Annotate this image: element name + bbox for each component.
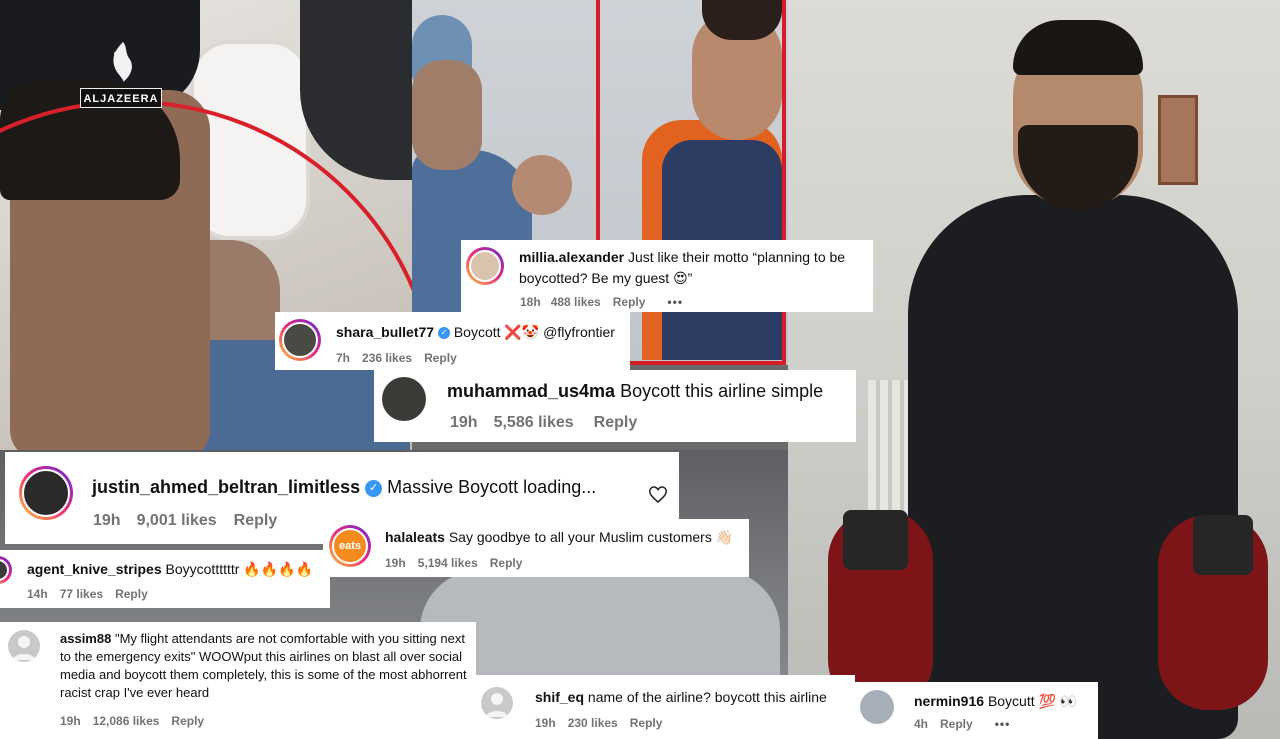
- reply-button[interactable]: Reply: [613, 295, 646, 309]
- comment-username[interactable]: justin_ahmed_beltran_limitless: [92, 477, 360, 497]
- comment-card-millia: millia.alexander Just like their motto “…: [461, 240, 873, 312]
- comment-username[interactable]: halaleats: [385, 529, 445, 545]
- more-options-icon[interactable]: •••: [995, 717, 1011, 731]
- comment-username[interactable]: millia.alexander: [519, 249, 624, 265]
- avatar[interactable]: [466, 247, 504, 285]
- aljazeera-wordmark: ALJAZEERA: [80, 88, 162, 108]
- fighter-photo: [788, 0, 1280, 739]
- comment-likes[interactable]: 5,194 likes: [418, 556, 478, 570]
- comment-text: Boycott ❌🤡 @flyfrontier: [453, 324, 615, 340]
- comment-likes[interactable]: 230 likes: [568, 716, 618, 730]
- comment-text: name of the airline? boycott this airlin…: [587, 689, 827, 705]
- attendant-hair: [702, 0, 782, 40]
- avatar[interactable]: eats: [329, 525, 371, 567]
- wall-frame: [1158, 95, 1198, 185]
- comment-card-nermin: nermin916 Boycutt 💯 👀 4h Reply •••: [852, 682, 1098, 739]
- comment-time: 18h: [520, 295, 541, 309]
- fighter-hair: [1013, 20, 1143, 75]
- comment-likes[interactable]: 5,586 likes: [494, 414, 574, 432]
- avatar[interactable]: [0, 556, 12, 584]
- comment-username[interactable]: assim88: [60, 631, 111, 646]
- comment-time: 19h: [60, 714, 81, 728]
- comment-username[interactable]: muhammad_us4ma: [447, 381, 615, 401]
- comment-likes[interactable]: 12,086 likes: [93, 714, 160, 728]
- more-options-icon[interactable]: •••: [667, 295, 683, 309]
- comment-text: Boycott this airline simple: [620, 381, 824, 401]
- reply-button[interactable]: Reply: [115, 587, 148, 601]
- heart-icon[interactable]: [649, 486, 667, 503]
- hand-wrap-left: [843, 510, 908, 570]
- comment-likes[interactable]: 77 likes: [60, 587, 103, 601]
- comment-card-halal: eats halaleats Say goodbye to all your M…: [323, 519, 749, 577]
- comment-card-shara: shara_bullet77 ✓ Boycott ❌🤡 @flyfrontier…: [275, 312, 630, 370]
- comment-time: 19h: [450, 414, 478, 431]
- avatar[interactable]: [19, 466, 73, 520]
- passenger-hood: [300, 0, 412, 180]
- avatar[interactable]: [279, 319, 321, 361]
- verified-badge-icon: ✓: [437, 327, 450, 340]
- default-avatar-icon: [486, 693, 508, 717]
- comment-card-shif: shif_eq name of the airline? boycott thi…: [475, 675, 855, 739]
- comment-card-muhammad: muhammad_us4ma Boycott this airline simp…: [374, 370, 856, 442]
- reply-button[interactable]: Reply: [630, 716, 663, 730]
- comment-text: Say goodbye to all your Muslim customers…: [448, 529, 734, 545]
- comment-text: Boycutt 💯 👀: [987, 693, 1078, 709]
- default-avatar-icon: [13, 636, 35, 660]
- comment-username[interactable]: agent_knive_stripes: [27, 561, 162, 577]
- comment-time: 19h: [93, 512, 121, 529]
- comment-likes[interactable]: 9,001 likes: [137, 512, 217, 530]
- comment-username[interactable]: shara_bullet77: [336, 324, 434, 340]
- aljazeera-logo-icon: [113, 42, 132, 82]
- reply-button[interactable]: Reply: [594, 414, 638, 432]
- avatar[interactable]: [481, 687, 513, 719]
- reply-button[interactable]: Reply: [171, 714, 204, 728]
- avatar[interactable]: [8, 630, 40, 662]
- passenger-face-2: [412, 60, 482, 170]
- comment-card-assim: assim88 "My flight attendants are not co…: [0, 622, 476, 739]
- comment-time: 4h: [914, 717, 929, 731]
- reply-button[interactable]: Reply: [490, 556, 523, 570]
- comment-card-agent: agent_knive_stripes Boyycottttttr 🔥🔥🔥🔥 1…: [0, 550, 330, 608]
- passenger-fist: [512, 155, 572, 215]
- comment-username[interactable]: shif_eq: [535, 689, 584, 705]
- reply-button[interactable]: Reply: [940, 717, 973, 731]
- hand-wrap-right: [1193, 515, 1253, 575]
- comment-text: "My flight attendants are not comfortabl…: [60, 631, 467, 700]
- comment-text: Massive Boycott loading...: [387, 477, 597, 497]
- comment-text: Boyycottttttr 🔥🔥🔥🔥: [165, 561, 314, 577]
- avatar-label: eats: [332, 528, 368, 564]
- avatar[interactable]: [382, 377, 426, 421]
- comment-time: 7h: [336, 351, 351, 365]
- avatar[interactable]: [860, 690, 894, 724]
- comment-likes[interactable]: 236 likes: [362, 351, 412, 365]
- verified-badge-icon: ✓: [365, 479, 383, 497]
- comment-time: 19h: [385, 556, 406, 570]
- reply-button[interactable]: Reply: [234, 512, 278, 530]
- comment-username[interactable]: nermin916: [914, 693, 984, 709]
- comment-likes[interactable]: 488 likes: [551, 295, 601, 309]
- reply-button[interactable]: Reply: [424, 351, 457, 365]
- comment-time: 14h: [27, 587, 48, 601]
- video-frame-left: ALJAZEERA: [0, 0, 412, 460]
- comment-time: 19h: [535, 716, 556, 730]
